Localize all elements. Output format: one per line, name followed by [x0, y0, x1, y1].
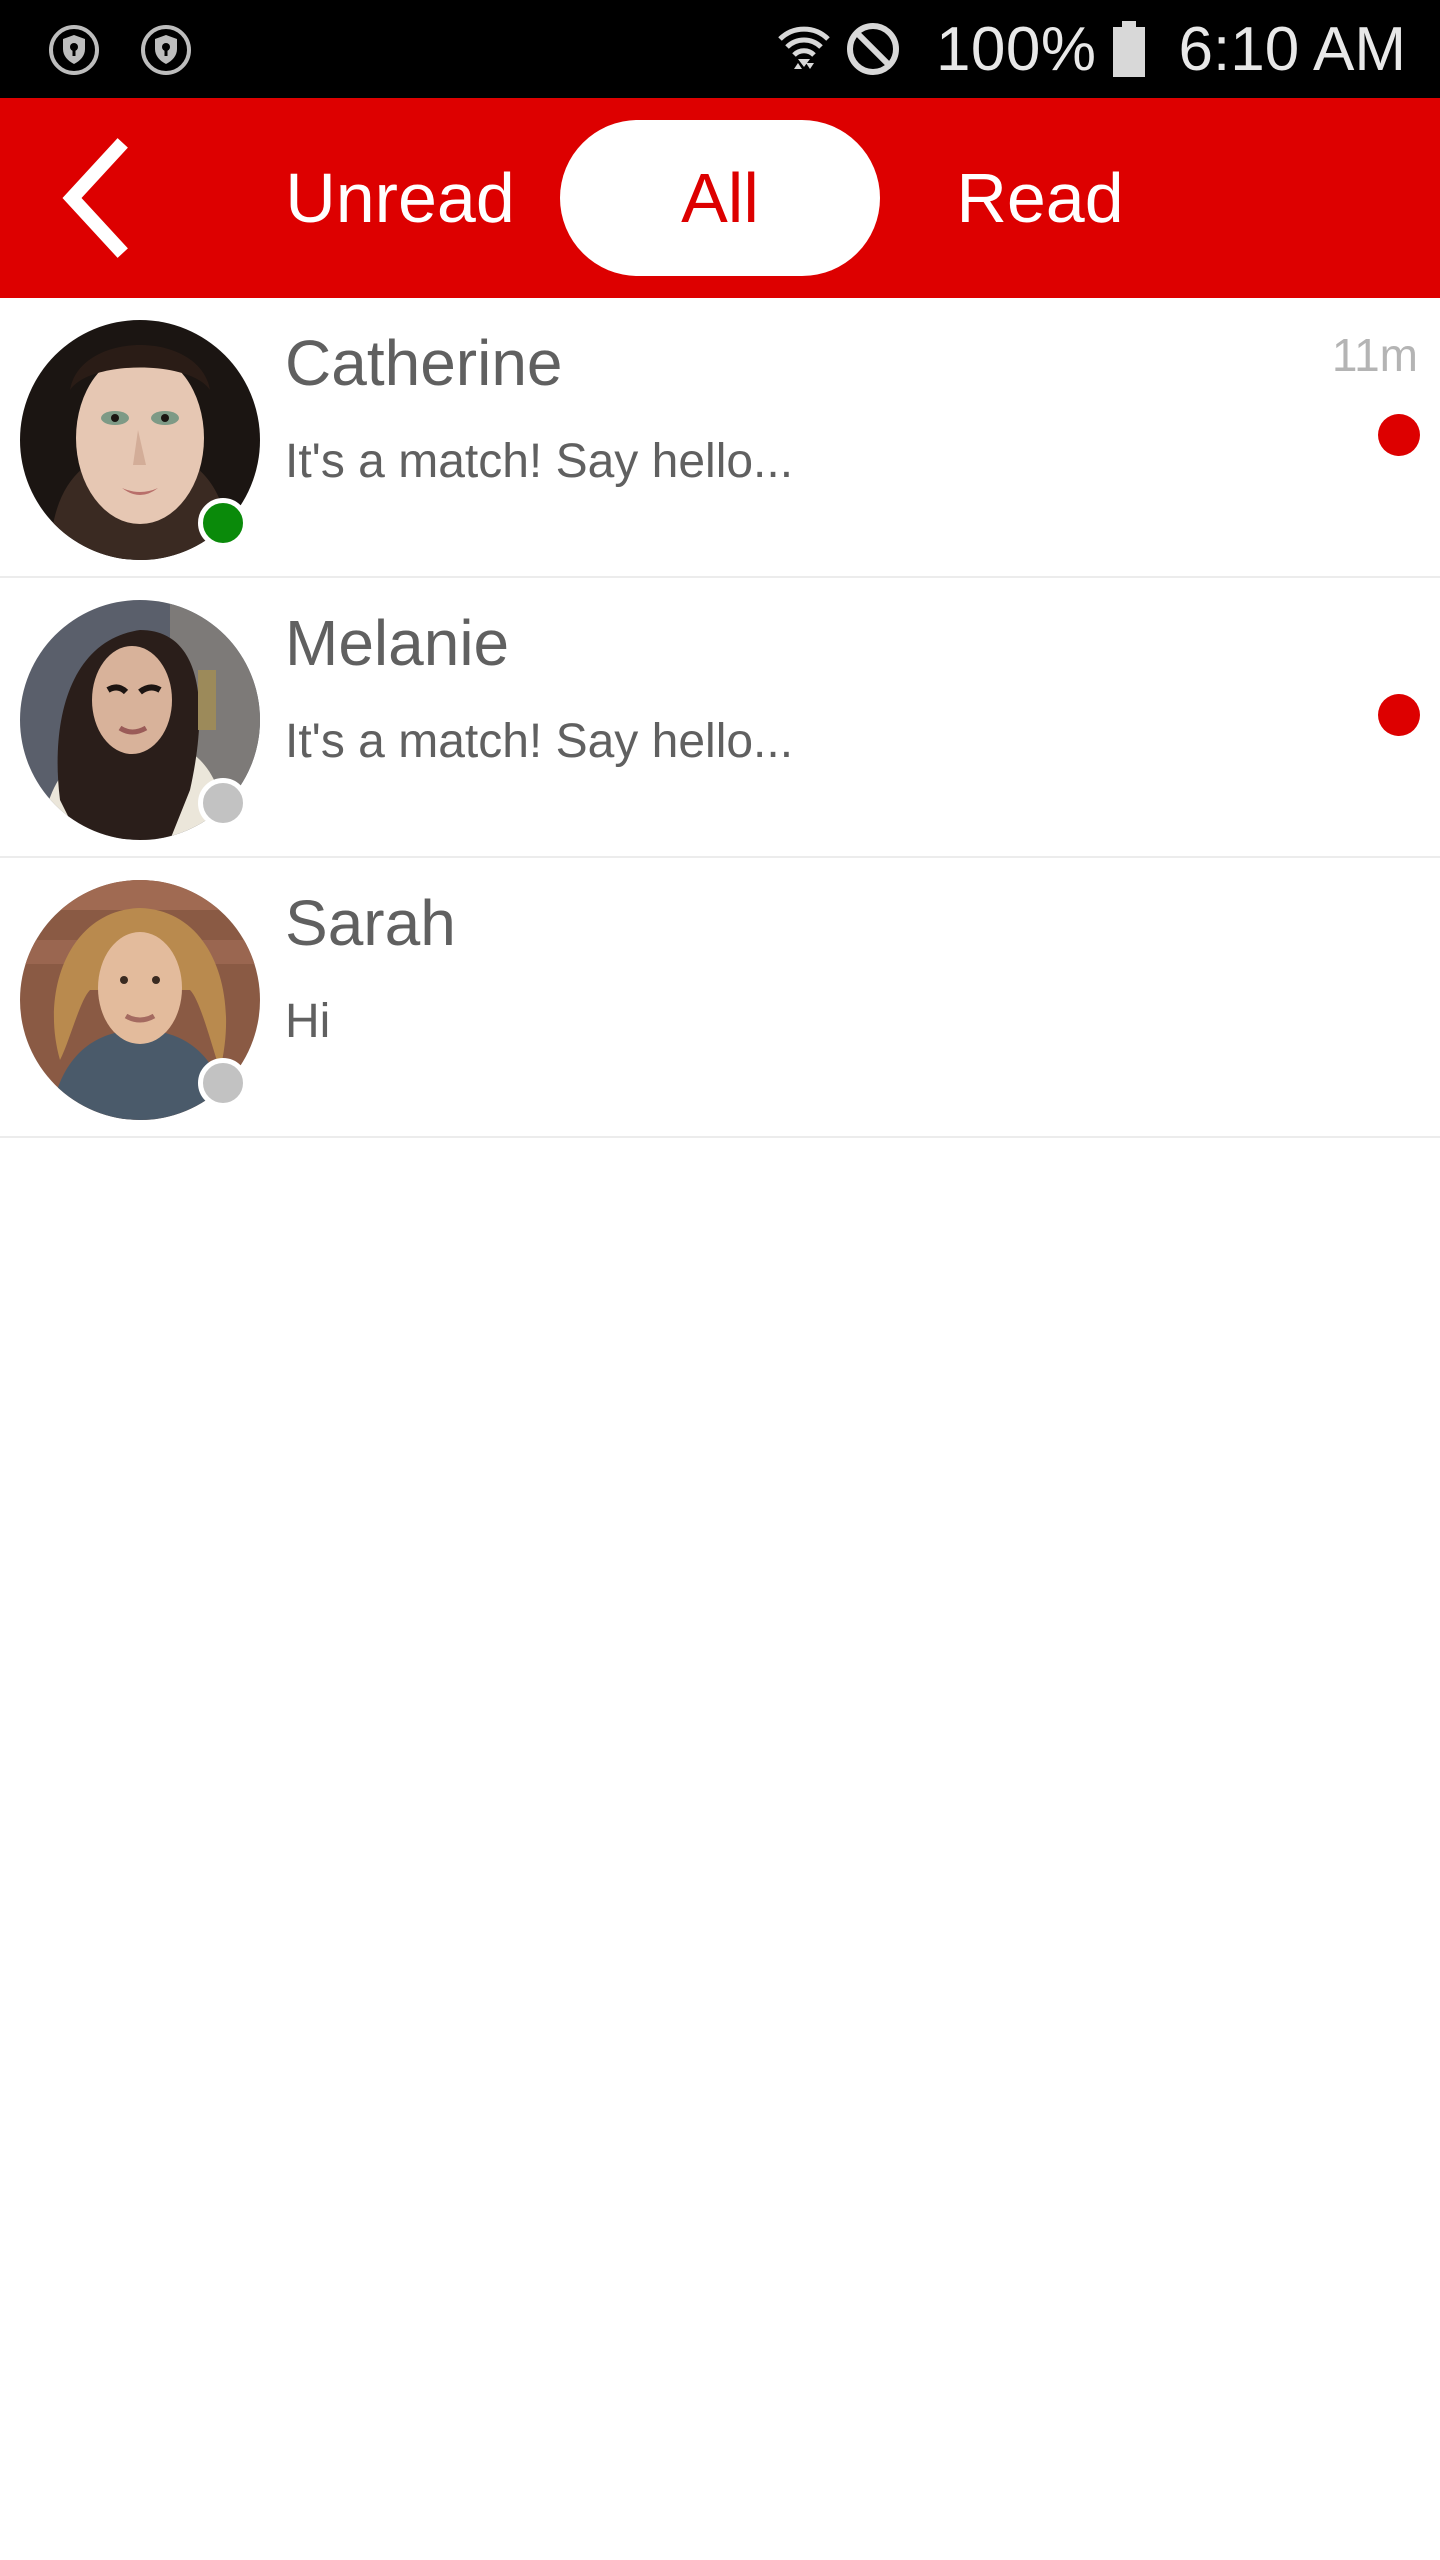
contact-name: Sarah	[285, 887, 456, 959]
contact-name: Melanie	[285, 607, 510, 679]
shield-lock-icon	[49, 25, 99, 75]
chevron-left-icon	[62, 138, 128, 258]
status-bar: 100% 6:10 AM	[0, 0, 1440, 98]
message-preview: It's a match! Say hello...	[285, 435, 794, 488]
battery-percent: 100%	[935, 14, 1097, 84]
contact-name: Catherine	[285, 327, 563, 399]
message-time: 11m	[1331, 329, 1418, 381]
tab-unread[interactable]: Unread	[250, 120, 550, 276]
offline-status-dot	[198, 778, 248, 828]
conversation-row[interactable]: Catherine It's a match! Say hello... 11m	[0, 298, 1440, 578]
status-left-icons	[48, 22, 192, 78]
unread-indicator	[1378, 414, 1420, 456]
offline-status-dot	[198, 1058, 248, 1108]
header-tab-bar: Unread All Read	[0, 98, 1440, 298]
conversation-row[interactable]: Sarah Hi	[0, 858, 1440, 1138]
wifi-icon	[778, 26, 830, 69]
message-preview: It's a match! Say hello...	[285, 715, 794, 768]
battery-icon	[1112, 21, 1145, 77]
do-not-disturb-icon	[846, 23, 899, 75]
status-clock: 6:10 AM	[1178, 14, 1406, 84]
conversation-list: Catherine It's a match! Say hello... 11m…	[0, 298, 1440, 1138]
unread-indicator	[1378, 694, 1420, 736]
tab-all[interactable]: All	[560, 120, 880, 276]
tab-read[interactable]: Read	[890, 120, 1190, 276]
message-preview: Hi	[285, 995, 331, 1048]
shield-lock-icon-2	[141, 25, 191, 75]
online-status-dot	[198, 498, 248, 548]
back-button[interactable]	[50, 138, 150, 258]
conversation-row[interactable]: Melanie It's a match! Say hello...	[0, 578, 1440, 858]
status-right-group: 100% 6:10 AM	[774, 0, 1406, 98]
